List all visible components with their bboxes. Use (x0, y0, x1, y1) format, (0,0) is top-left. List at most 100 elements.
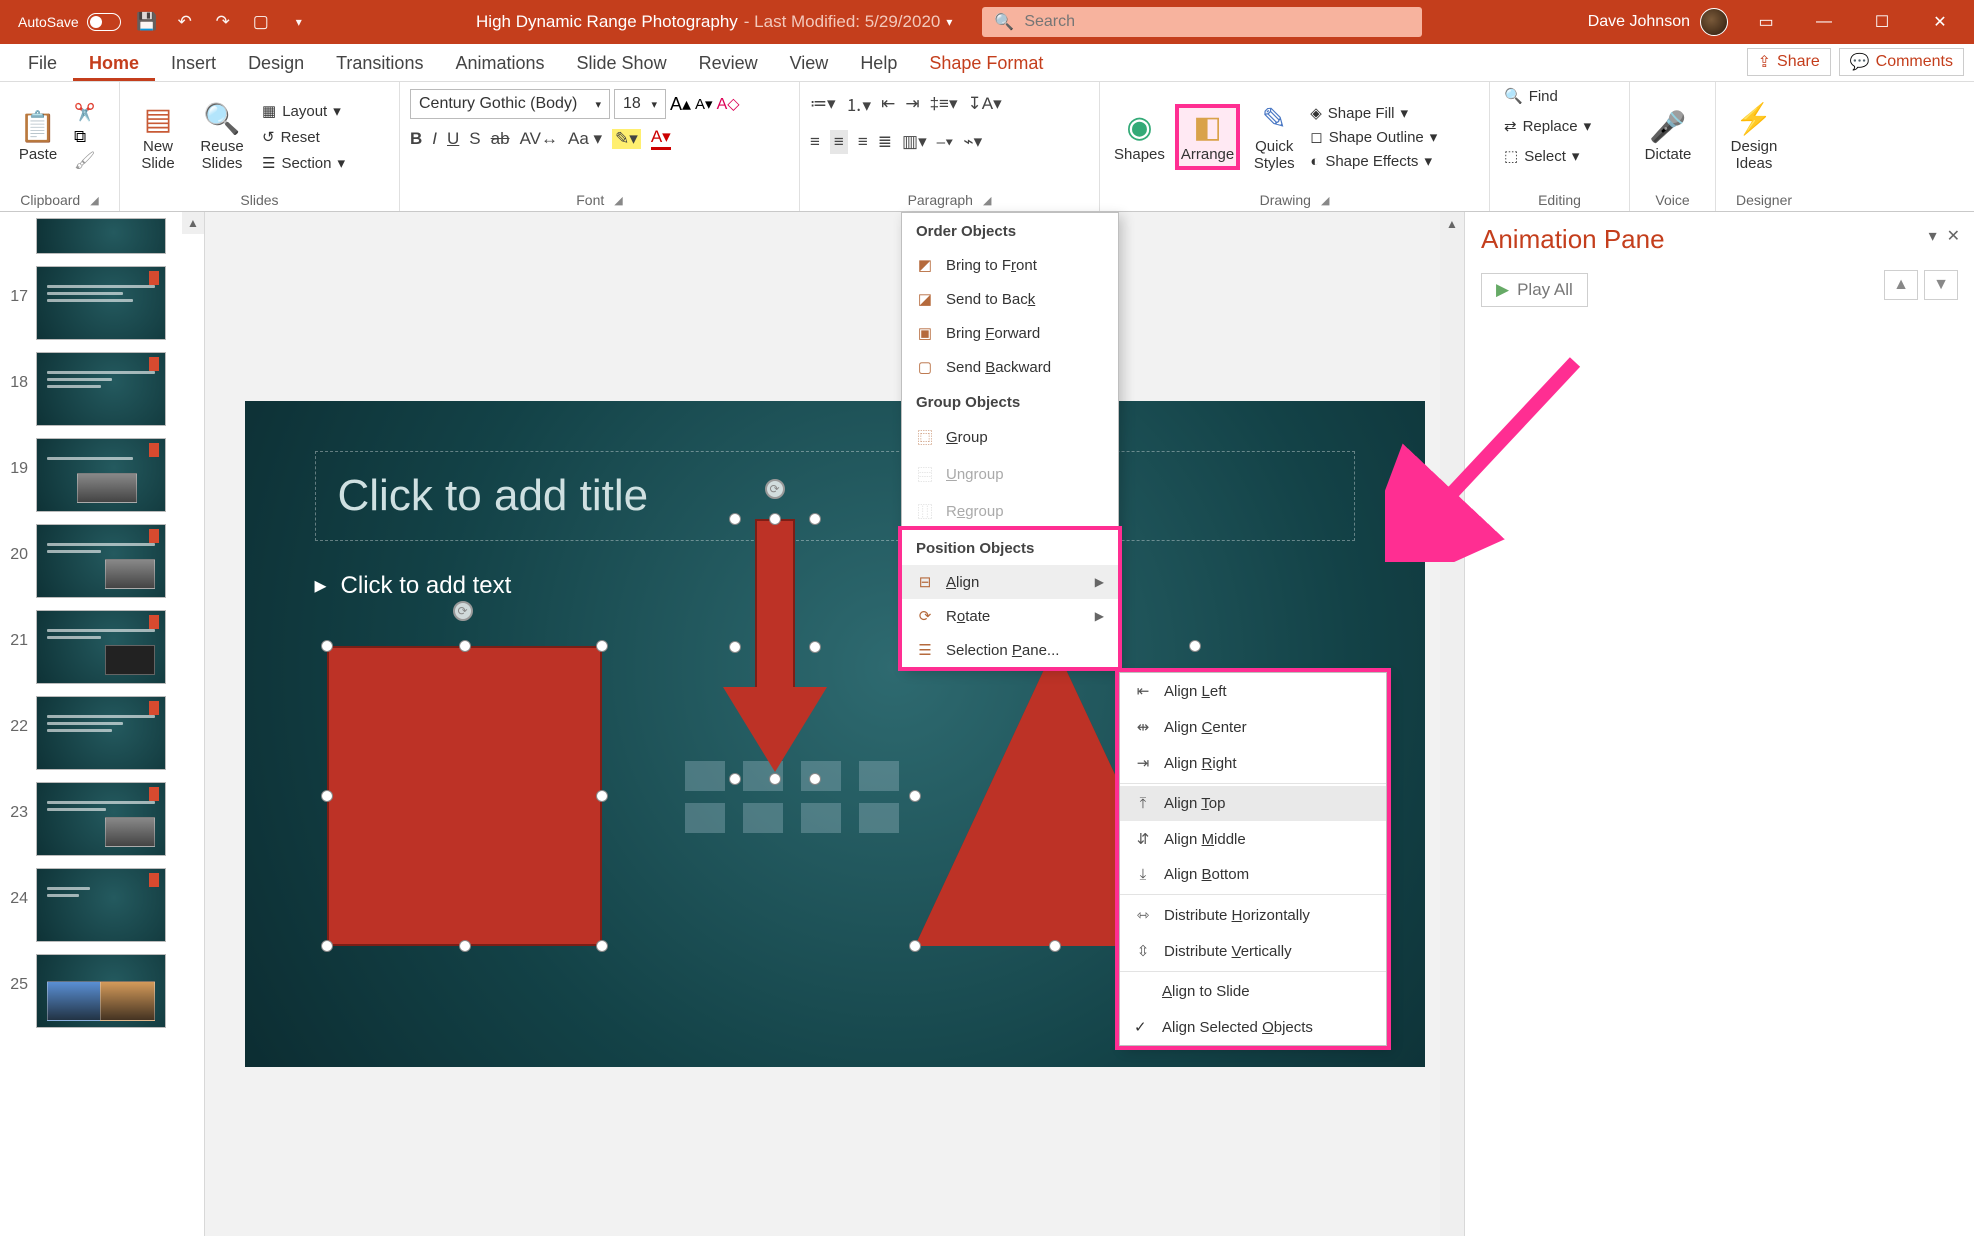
title-dropdown-icon[interactable]: ▾ (946, 15, 952, 29)
menu-send-to-back[interactable]: ◪Send to Back (902, 282, 1118, 316)
font-color-button[interactable]: A▾ (651, 127, 671, 150)
close-pane-icon[interactable]: ✕ (1947, 226, 1960, 246)
maximize-icon[interactable]: ☐ (1862, 7, 1902, 37)
shape-rectangle[interactable] (327, 646, 602, 946)
columns-button[interactable]: ▥▾ (902, 132, 927, 152)
slide-thumb-20[interactable] (36, 524, 166, 598)
menu-rotate[interactable]: ⟳Rotate▶ (902, 599, 1118, 633)
tab-help[interactable]: Help (844, 45, 913, 81)
shadow-button[interactable]: S (469, 129, 480, 149)
rotate-handle-icon[interactable]: ⟳ (765, 479, 785, 499)
text-direction-button[interactable]: ↧A▾ (968, 94, 1002, 114)
highlight-button[interactable]: ✎▾ (612, 129, 641, 149)
slide-thumb-19[interactable] (36, 438, 166, 512)
menu-send-backward[interactable]: ▢Send Backward (902, 350, 1118, 384)
copy-icon[interactable]: ⧉ (74, 127, 96, 147)
menu-bring-forward[interactable]: ▣Bring Forward (902, 316, 1118, 350)
replace-button[interactable]: ⇄Replace ▾ (1500, 115, 1595, 137)
font-size-combo[interactable]: 18▾ (614, 89, 666, 119)
comments-button[interactable]: 💬Comments (1839, 48, 1964, 76)
qat-more-icon[interactable]: ▾ (287, 10, 311, 34)
tab-review[interactable]: Review (683, 45, 774, 81)
slide-thumb-22[interactable] (36, 696, 166, 770)
slide-thumb-25[interactable] (36, 954, 166, 1028)
cut-icon[interactable]: ✂️ (74, 103, 96, 123)
increase-indent-button[interactable]: ⇥ (905, 94, 919, 114)
share-button[interactable]: ⇪Share (1747, 48, 1831, 76)
search-box[interactable]: 🔍 (982, 7, 1422, 37)
menu-align-to-slide[interactable]: Align to Slide (1120, 974, 1386, 1009)
arrange-button[interactable]: ◧Arrange (1177, 106, 1238, 168)
slide-thumb-17[interactable] (36, 266, 166, 340)
find-button[interactable]: 🔍Find (1500, 85, 1562, 107)
pane-options-icon[interactable]: ▾ (1929, 226, 1937, 246)
slide-thumb-18[interactable] (36, 352, 166, 426)
title-placeholder[interactable]: Click to add title (315, 451, 1355, 541)
autosave-toggle[interactable]: AutoSave (18, 13, 121, 31)
tab-file[interactable]: File (12, 45, 73, 81)
move-down-button[interactable]: ▼ (1924, 270, 1958, 300)
menu-align-middle[interactable]: ⇵Align Middle (1120, 821, 1386, 857)
design-ideas-button[interactable]: ⚡Design Ideas (1726, 98, 1782, 176)
menu-distribute-vertical[interactable]: ⇳Distribute Vertically (1120, 933, 1386, 969)
menu-align-center[interactable]: ⇹Align Center (1120, 709, 1386, 745)
slide-thumb-21[interactable] (36, 610, 166, 684)
vertical-scrollbar[interactable]: ▲ (1440, 212, 1464, 1236)
play-all-button[interactable]: ▶Play All (1481, 273, 1588, 307)
search-input[interactable] (1024, 13, 1410, 31)
tab-animations[interactable]: Animations (439, 45, 560, 81)
align-text-button[interactable]: ⎯▾ (937, 132, 954, 152)
tab-view[interactable]: View (774, 45, 845, 81)
slide-canvas-area[interactable]: ▲ Click to add title ▸Click to add text … (205, 212, 1464, 1236)
account-button[interactable]: Dave Johnson (1588, 8, 1728, 36)
font-family-combo[interactable]: Century Gothic (Body)▾ (410, 89, 610, 119)
line-spacing-button[interactable]: ‡≡▾ (930, 94, 958, 114)
undo-icon[interactable]: ↶ (173, 10, 197, 34)
autosave-switch-off[interactable] (87, 13, 121, 31)
menu-group[interactable]: ⿴Group (902, 419, 1118, 456)
ribbon-display-icon[interactable]: ▭ (1746, 7, 1786, 37)
slide-thumb-23[interactable] (36, 782, 166, 856)
menu-align-top[interactable]: ⤒Align Top (1120, 786, 1386, 821)
slide-thumb-24[interactable] (36, 868, 166, 942)
dialog-launcher-icon[interactable]: ◢ (614, 194, 622, 207)
reuse-slides-button[interactable]: 🔍Reuse Slides (194, 98, 250, 176)
thumbnail-pane[interactable]: ▲ 17 18 19 20 21 22 23 24 25 (0, 212, 205, 1236)
tab-home[interactable]: Home (73, 45, 155, 81)
layout-button[interactable]: ▦Layout ▾ (258, 100, 349, 122)
shape-arrow-down[interactable] (735, 519, 815, 779)
tab-transitions[interactable]: Transitions (320, 45, 439, 81)
dictate-button[interactable]: 🎤Dictate (1640, 106, 1696, 168)
shapes-button[interactable]: ◉Shapes (1110, 106, 1169, 168)
increase-font-icon[interactable]: A▴ (670, 94, 691, 115)
shape-outline-button[interactable]: ◻Shape Outline ▾ (1310, 128, 1437, 146)
format-painter-icon[interactable]: 🖌 (74, 151, 96, 171)
shape-effects-button[interactable]: ◐Shape Effects ▾ (1310, 152, 1437, 170)
align-center-button[interactable]: ≡ (830, 130, 848, 154)
select-button[interactable]: ⬚Select ▾ (1500, 145, 1583, 167)
smartart-button[interactable]: ⌁▾ (963, 132, 982, 152)
tab-slideshow[interactable]: Slide Show (561, 45, 683, 81)
new-slide-button[interactable]: ▤New Slide (130, 98, 186, 176)
italic-button[interactable]: I (432, 129, 437, 149)
justify-button[interactable]: ≣ (878, 132, 892, 152)
change-case-button[interactable]: Aa ▾ (568, 129, 602, 149)
minimize-icon[interactable]: — (1804, 7, 1844, 37)
menu-align-left[interactable]: ⇤Align Left (1120, 673, 1386, 709)
close-icon[interactable]: ✕ (1920, 7, 1960, 37)
menu-selection-pane[interactable]: ☰Selection Pane... (902, 633, 1118, 667)
char-spacing-button[interactable]: AV↔ (520, 129, 558, 149)
align-right-button[interactable]: ≡ (858, 132, 868, 152)
reset-button[interactable]: ↺Reset (258, 126, 349, 148)
section-button[interactable]: ☰Section ▾ (258, 152, 349, 174)
redo-icon[interactable]: ↷ (211, 10, 235, 34)
present-icon[interactable]: ▢ (249, 10, 273, 34)
menu-align-bottom[interactable]: ⤓Align Bottom (1120, 857, 1386, 892)
dialog-launcher-icon[interactable]: ◢ (90, 194, 98, 207)
paste-button[interactable]: 📋 Paste (10, 106, 66, 168)
quick-styles-button[interactable]: ✎Quick Styles (1246, 98, 1302, 176)
scroll-up-icon[interactable]: ▲ (1440, 212, 1464, 236)
move-up-button[interactable]: ▲ (1884, 270, 1918, 300)
numbering-button[interactable]: ⒈▾ (846, 91, 872, 116)
slide-thumb[interactable] (36, 218, 166, 254)
